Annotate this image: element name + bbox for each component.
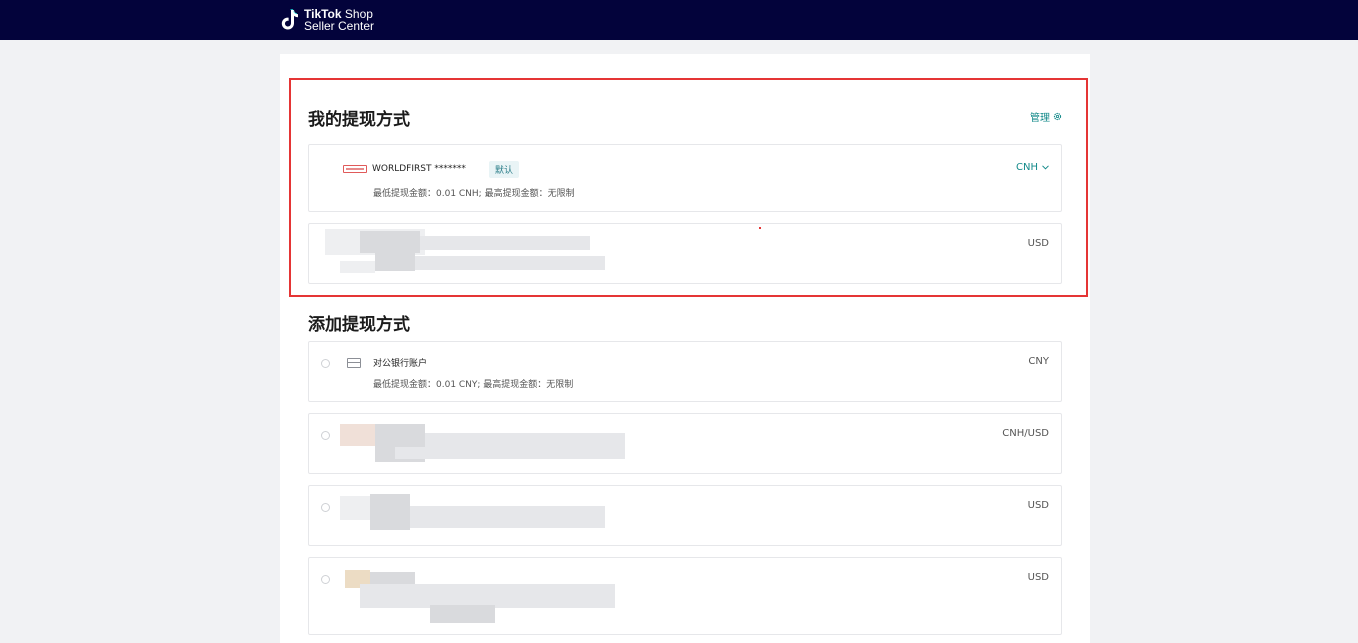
method-name: 对公银行账户 <box>373 359 428 369</box>
redacted-block <box>370 494 410 530</box>
annotation-dot <box>759 227 761 229</box>
redacted-block <box>340 424 380 446</box>
highlight-frame <box>289 78 1088 297</box>
tiktok-shop-logo[interactable]: TikTok Shop Seller Center <box>280 6 374 34</box>
top-bar: TikTok Shop Seller Center <box>0 0 1358 40</box>
currency-label: USD <box>1027 500 1049 511</box>
redacted-block <box>430 605 495 623</box>
radio-button[interactable] <box>321 503 330 512</box>
redacted-block <box>395 447 625 459</box>
currency-label: USD <box>1027 572 1049 583</box>
redacted-block <box>410 506 605 528</box>
method-limits: 最低提现金额：0.01 CNY; 最高提现金额：无限制 <box>373 380 574 390</box>
currency-label: CNY <box>1028 356 1049 367</box>
add-method-row-bank[interactable]: 对公银行账户 最低提现金额：0.01 CNY; 最高提现金额：无限制 CNY <box>308 341 1062 402</box>
radio-button[interactable] <box>321 359 330 368</box>
redacted-block <box>425 433 625 447</box>
currency-label: CNH/USD <box>1002 428 1049 439</box>
radio-button[interactable] <box>321 575 330 584</box>
radio-button[interactable] <box>321 431 330 440</box>
bank-card-icon <box>347 358 361 368</box>
add-methods-title: 添加提现方式 <box>308 315 410 335</box>
brand-line2: Seller Center <box>304 19 375 33</box>
tiktok-logo-icon <box>280 8 300 32</box>
